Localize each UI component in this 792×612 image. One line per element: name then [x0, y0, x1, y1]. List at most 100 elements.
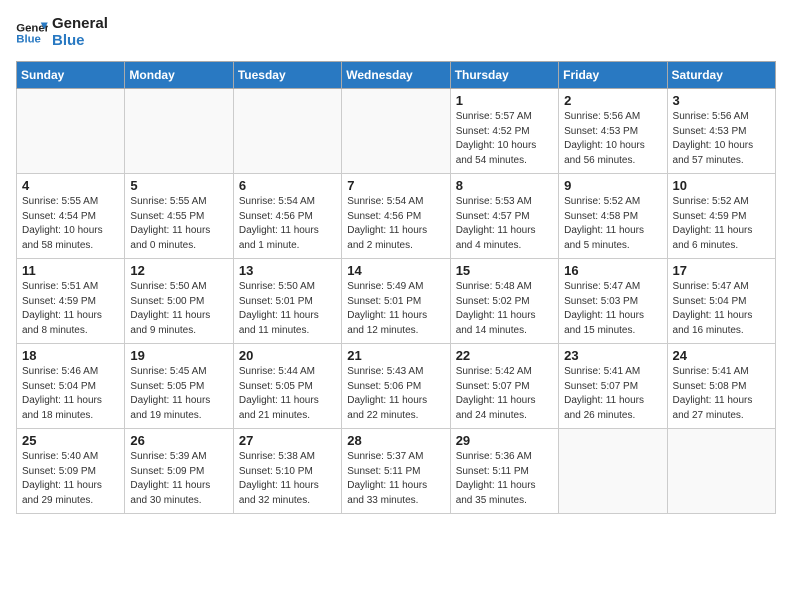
- day-info: Sunrise: 5:41 AM Sunset: 5:07 PM Dayligh…: [564, 365, 661, 423]
- day-number: 11: [22, 263, 119, 278]
- logo: General Blue General Blue: [16, 16, 108, 49]
- day-number: 7: [347, 178, 444, 193]
- calendar-cell: 21 Sunrise: 5:43 AM Sunset: 5:06 PM Dayli…: [342, 344, 450, 429]
- day-info: Sunrise: 5:56 AM Sunset: 4:53 PM Dayligh…: [673, 110, 770, 168]
- calendar-cell: 5Sunrise: 5:55 AM Sunset: 4:55 PM Daylig…: [125, 174, 233, 259]
- calendar-cell: 1Sunrise: 5:57 AM Sunset: 4:52 PM Daylig…: [450, 89, 558, 174]
- calendar-cell: [125, 89, 233, 174]
- calendar-cell: [667, 429, 775, 514]
- day-number: 13: [239, 263, 336, 278]
- day-info: Sunrise: 5:50 AM Sunset: 5:00 PM Dayligh…: [130, 280, 227, 338]
- weekday-header-tuesday: Tuesday: [233, 62, 341, 89]
- day-info: Sunrise: 5:46 AM Sunset: 5:04 PM Dayligh…: [22, 365, 119, 423]
- calendar-table: SundayMondayTuesdayWednesdayThursdayFrid…: [16, 61, 776, 514]
- week-row-5: 25 Sunrise: 5:40 AM Sunset: 5:09 PM Dayli…: [17, 429, 776, 514]
- day-number: 5: [130, 178, 227, 193]
- day-info: Sunrise: 5:53 AM Sunset: 4:57 PM Dayligh…: [456, 195, 553, 253]
- calendar-cell: 12 Sunrise: 5:50 AM Sunset: 5:00 PM Dayli…: [125, 259, 233, 344]
- calendar-cell: 29 Sunrise: 5:36 AM Sunset: 5:11 PM Dayli…: [450, 429, 558, 514]
- day-info: Sunrise: 5:39 AM Sunset: 5:09 PM Dayligh…: [130, 450, 227, 508]
- day-info: Sunrise: 5:47 AM Sunset: 5:03 PM Dayligh…: [564, 280, 661, 338]
- calendar-cell: 4Sunrise: 5:55 AM Sunset: 4:54 PM Daylig…: [17, 174, 125, 259]
- day-number: 6: [239, 178, 336, 193]
- day-number: 27: [239, 433, 336, 448]
- day-number: 20: [239, 348, 336, 363]
- calendar-cell: 13Sunrise: 5:50 AM Sunset: 5:01 PM Dayli…: [233, 259, 341, 344]
- day-number: 4: [22, 178, 119, 193]
- svg-text:Blue: Blue: [16, 33, 41, 45]
- calendar-cell: 27 Sunrise: 5:38 AM Sunset: 5:10 PM Dayli…: [233, 429, 341, 514]
- day-info: Sunrise: 5:47 AM Sunset: 5:04 PM Dayligh…: [673, 280, 770, 338]
- calendar-cell: 7 Sunrise: 5:54 AM Sunset: 4:56 PM Daylig…: [342, 174, 450, 259]
- weekday-header-wednesday: Wednesday: [342, 62, 450, 89]
- week-row-3: 11 Sunrise: 5:51 AM Sunset: 4:59 PM Dayli…: [17, 259, 776, 344]
- calendar-cell: 16 Sunrise: 5:47 AM Sunset: 5:03 PM Dayli…: [559, 259, 667, 344]
- day-number: 29: [456, 433, 553, 448]
- calendar-cell: 24Sunrise: 5:41 AM Sunset: 5:08 PM Dayli…: [667, 344, 775, 429]
- day-info: Sunrise: 5:52 AM Sunset: 4:59 PM Dayligh…: [673, 195, 770, 253]
- calendar-cell: 6 Sunrise: 5:54 AM Sunset: 4:56 PM Daylig…: [233, 174, 341, 259]
- calendar-cell: 2Sunrise: 5:56 AM Sunset: 4:53 PM Daylig…: [559, 89, 667, 174]
- day-info: Sunrise: 5:54 AM Sunset: 4:56 PM Dayligh…: [347, 195, 444, 253]
- weekday-header-sunday: Sunday: [17, 62, 125, 89]
- day-info: Sunrise: 5:44 AM Sunset: 5:05 PM Dayligh…: [239, 365, 336, 423]
- day-info: Sunrise: 5:40 AM Sunset: 5:09 PM Dayligh…: [22, 450, 119, 508]
- calendar-cell: 14Sunrise: 5:49 AM Sunset: 5:01 PM Dayli…: [342, 259, 450, 344]
- day-number: 3: [673, 93, 770, 108]
- day-info: Sunrise: 5:45 AM Sunset: 5:05 PM Dayligh…: [130, 365, 227, 423]
- day-info: Sunrise: 5:41 AM Sunset: 5:08 PM Dayligh…: [673, 365, 770, 423]
- day-number: 10: [673, 178, 770, 193]
- day-info: Sunrise: 5:56 AM Sunset: 4:53 PM Dayligh…: [564, 110, 661, 168]
- weekday-header-saturday: Saturday: [667, 62, 775, 89]
- calendar-cell: 19 Sunrise: 5:45 AM Sunset: 5:05 PM Dayli…: [125, 344, 233, 429]
- day-number: 17: [673, 263, 770, 278]
- weekday-header-monday: Monday: [125, 62, 233, 89]
- day-info: Sunrise: 5:36 AM Sunset: 5:11 PM Dayligh…: [456, 450, 553, 508]
- calendar-cell: [342, 89, 450, 174]
- day-info: Sunrise: 5:51 AM Sunset: 4:59 PM Dayligh…: [22, 280, 119, 338]
- day-number: 28: [347, 433, 444, 448]
- day-number: 19: [130, 348, 227, 363]
- day-number: 18: [22, 348, 119, 363]
- calendar-cell: [559, 429, 667, 514]
- calendar-cell: 15 Sunrise: 5:48 AM Sunset: 5:02 PM Dayli…: [450, 259, 558, 344]
- calendar-cell: 22 Sunrise: 5:42 AM Sunset: 5:07 PM Dayli…: [450, 344, 558, 429]
- calendar-cell: 18 Sunrise: 5:46 AM Sunset: 5:04 PM Dayli…: [17, 344, 125, 429]
- day-info: Sunrise: 5:54 AM Sunset: 4:56 PM Dayligh…: [239, 195, 336, 253]
- calendar-cell: 25 Sunrise: 5:40 AM Sunset: 5:09 PM Dayli…: [17, 429, 125, 514]
- calendar-cell: 9 Sunrise: 5:52 AM Sunset: 4:58 PM Daylig…: [559, 174, 667, 259]
- calendar-cell: 23 Sunrise: 5:41 AM Sunset: 5:07 PM Dayli…: [559, 344, 667, 429]
- week-row-4: 18 Sunrise: 5:46 AM Sunset: 5:04 PM Dayli…: [17, 344, 776, 429]
- day-info: Sunrise: 5:52 AM Sunset: 4:58 PM Dayligh…: [564, 195, 661, 253]
- day-number: 26: [130, 433, 227, 448]
- day-number: 9: [564, 178, 661, 193]
- day-info: Sunrise: 5:42 AM Sunset: 5:07 PM Dayligh…: [456, 365, 553, 423]
- day-number: 21: [347, 348, 444, 363]
- calendar-cell: 17 Sunrise: 5:47 AM Sunset: 5:04 PM Dayli…: [667, 259, 775, 344]
- day-number: 14: [347, 263, 444, 278]
- day-number: 23: [564, 348, 661, 363]
- calendar-cell: [17, 89, 125, 174]
- calendar-cell: 11 Sunrise: 5:51 AM Sunset: 4:59 PM Dayli…: [17, 259, 125, 344]
- day-number: 12: [130, 263, 227, 278]
- week-row-1: 1Sunrise: 5:57 AM Sunset: 4:52 PM Daylig…: [17, 89, 776, 174]
- weekday-header-thursday: Thursday: [450, 62, 558, 89]
- logo-general: General: [52, 16, 108, 33]
- calendar-cell: 10 Sunrise: 5:52 AM Sunset: 4:59 PM Dayli…: [667, 174, 775, 259]
- day-info: Sunrise: 5:48 AM Sunset: 5:02 PM Dayligh…: [456, 280, 553, 338]
- day-number: 25: [22, 433, 119, 448]
- calendar-cell: 20 Sunrise: 5:44 AM Sunset: 5:05 PM Dayli…: [233, 344, 341, 429]
- logo-icon: General Blue: [16, 19, 48, 47]
- week-row-2: 4Sunrise: 5:55 AM Sunset: 4:54 PM Daylig…: [17, 174, 776, 259]
- day-info: Sunrise: 5:43 AM Sunset: 5:06 PM Dayligh…: [347, 365, 444, 423]
- day-info: Sunrise: 5:38 AM Sunset: 5:10 PM Dayligh…: [239, 450, 336, 508]
- weekday-header-friday: Friday: [559, 62, 667, 89]
- day-number: 22: [456, 348, 553, 363]
- day-number: 16: [564, 263, 661, 278]
- logo-blue: Blue: [52, 33, 108, 50]
- calendar-cell: 8 Sunrise: 5:53 AM Sunset: 4:57 PM Daylig…: [450, 174, 558, 259]
- day-number: 15: [456, 263, 553, 278]
- day-number: 8: [456, 178, 553, 193]
- day-info: Sunrise: 5:57 AM Sunset: 4:52 PM Dayligh…: [456, 110, 553, 168]
- calendar-cell: [233, 89, 341, 174]
